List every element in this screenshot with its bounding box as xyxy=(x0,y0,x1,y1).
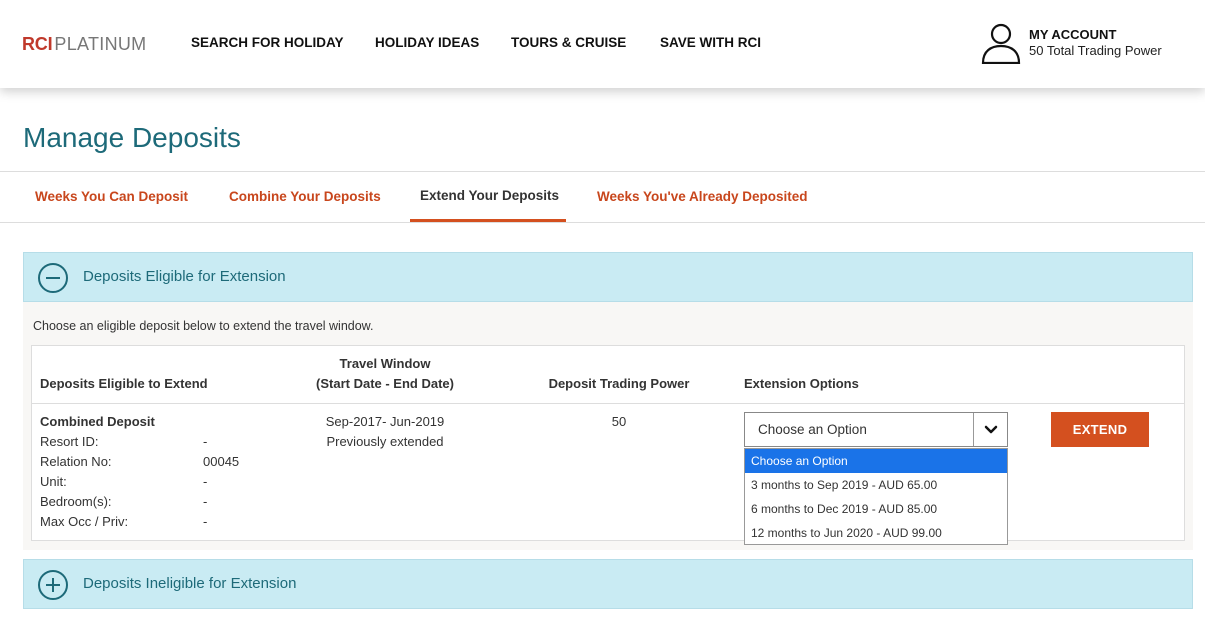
dropdown-option[interactable]: Choose an Option xyxy=(745,449,1007,473)
eligible-deposits-table: Deposits Eligible to Extend Travel Windo… xyxy=(31,345,1185,541)
extension-option-select[interactable]: Choose an Option xyxy=(744,412,1008,447)
field-value: - xyxy=(203,494,208,509)
eligible-description: Choose an eligible deposit below to exte… xyxy=(33,319,374,333)
ineligible-accordion-header[interactable]: Deposits Ineligible for Extension xyxy=(23,559,1193,609)
col-deposits-eligible: Deposits Eligible to Extend xyxy=(40,376,208,391)
tab-extend-your-deposits[interactable]: Extend Your Deposits xyxy=(420,188,559,203)
ineligible-accordion-title: Deposits Ineligible for Extension xyxy=(83,575,297,592)
dropdown-option[interactable]: 6 months to Dec 2019 - AUD 85.00 xyxy=(745,497,1007,521)
plus-circle-icon[interactable] xyxy=(38,570,68,600)
site-header: RCI PLATINUM SEARCH FOR HOLIDAY HOLIDAY I… xyxy=(0,0,1205,88)
user-icon[interactable] xyxy=(981,22,1021,64)
deposit-trading-power-value: 50 xyxy=(611,414,627,429)
tab-weeks-already-deposited[interactable]: Weeks You've Already Deposited xyxy=(597,189,808,204)
field-value: - xyxy=(203,474,208,489)
tab-weeks-you-can-deposit[interactable]: Weeks You Can Deposit xyxy=(35,189,188,204)
col-deposit-trading-power: Deposit Trading Power xyxy=(548,376,690,391)
field-label: Relation No: xyxy=(40,454,112,469)
tabs-divider-bottom xyxy=(0,222,1205,223)
travel-window-note: Previously extended xyxy=(326,434,444,449)
tab-combine-your-deposits[interactable]: Combine Your Deposits xyxy=(229,189,381,204)
field-value: - xyxy=(203,434,208,449)
nav-search-for-holiday[interactable]: SEARCH FOR HOLIDAY xyxy=(191,35,344,50)
eligible-accordion-header[interactable]: Deposits Eligible for Extension xyxy=(23,252,1193,302)
nav-save-with-rci[interactable]: SAVE WITH RCI xyxy=(660,35,761,50)
header-row-divider xyxy=(32,403,1184,404)
page-title: Manage Deposits xyxy=(23,122,241,153)
my-account-link[interactable]: MY ACCOUNT xyxy=(1029,27,1116,42)
tabs-divider-top xyxy=(0,171,1205,172)
col-travel-window: Travel Window xyxy=(339,356,431,371)
eligible-accordion-title: Deposits Eligible for Extension xyxy=(83,268,286,285)
eligible-accordion-body: Choose an eligible deposit below to exte… xyxy=(23,302,1193,550)
chevron-down-icon[interactable] xyxy=(981,420,1001,440)
nav-tours-cruise[interactable]: TOURS & CRUISE xyxy=(511,35,626,50)
deposit-name: Combined Deposit xyxy=(40,414,155,429)
extension-options-dropdown[interactable]: Choose an Option 3 months to Sep 2019 - … xyxy=(744,448,1008,545)
col-extension-options: Extension Options xyxy=(744,376,859,391)
minus-circle-icon[interactable] xyxy=(38,263,68,293)
logo-platinum: PLATINUM xyxy=(54,34,147,54)
field-label: Unit: xyxy=(40,474,67,489)
field-label: Bedroom(s): xyxy=(40,494,112,509)
travel-window-dates: Sep-2017- Jun-2019 xyxy=(325,414,445,429)
field-value: - xyxy=(203,514,208,529)
select-divider xyxy=(973,413,974,446)
nav-holiday-ideas[interactable]: HOLIDAY IDEAS xyxy=(375,35,479,50)
dropdown-option[interactable]: 12 months to Jun 2020 - AUD 99.00 xyxy=(745,521,1007,545)
field-value: 00045 xyxy=(203,454,240,469)
select-value: Choose an Option xyxy=(758,422,867,437)
dropdown-option[interactable]: 3 months to Sep 2019 - AUD 65.00 xyxy=(745,473,1007,497)
extend-button[interactable]: EXTEND xyxy=(1051,412,1149,447)
field-label: Resort ID: xyxy=(40,434,99,449)
logo-rci: RCI xyxy=(22,34,53,54)
field-label: Max Occ / Priv: xyxy=(40,514,129,529)
col-travel-window-sub: (Start Date - End Date) xyxy=(316,376,454,391)
rci-logo[interactable]: RCI PLATINUM xyxy=(22,34,146,55)
total-trading-power: 50 Total Trading Power xyxy=(1029,43,1162,58)
